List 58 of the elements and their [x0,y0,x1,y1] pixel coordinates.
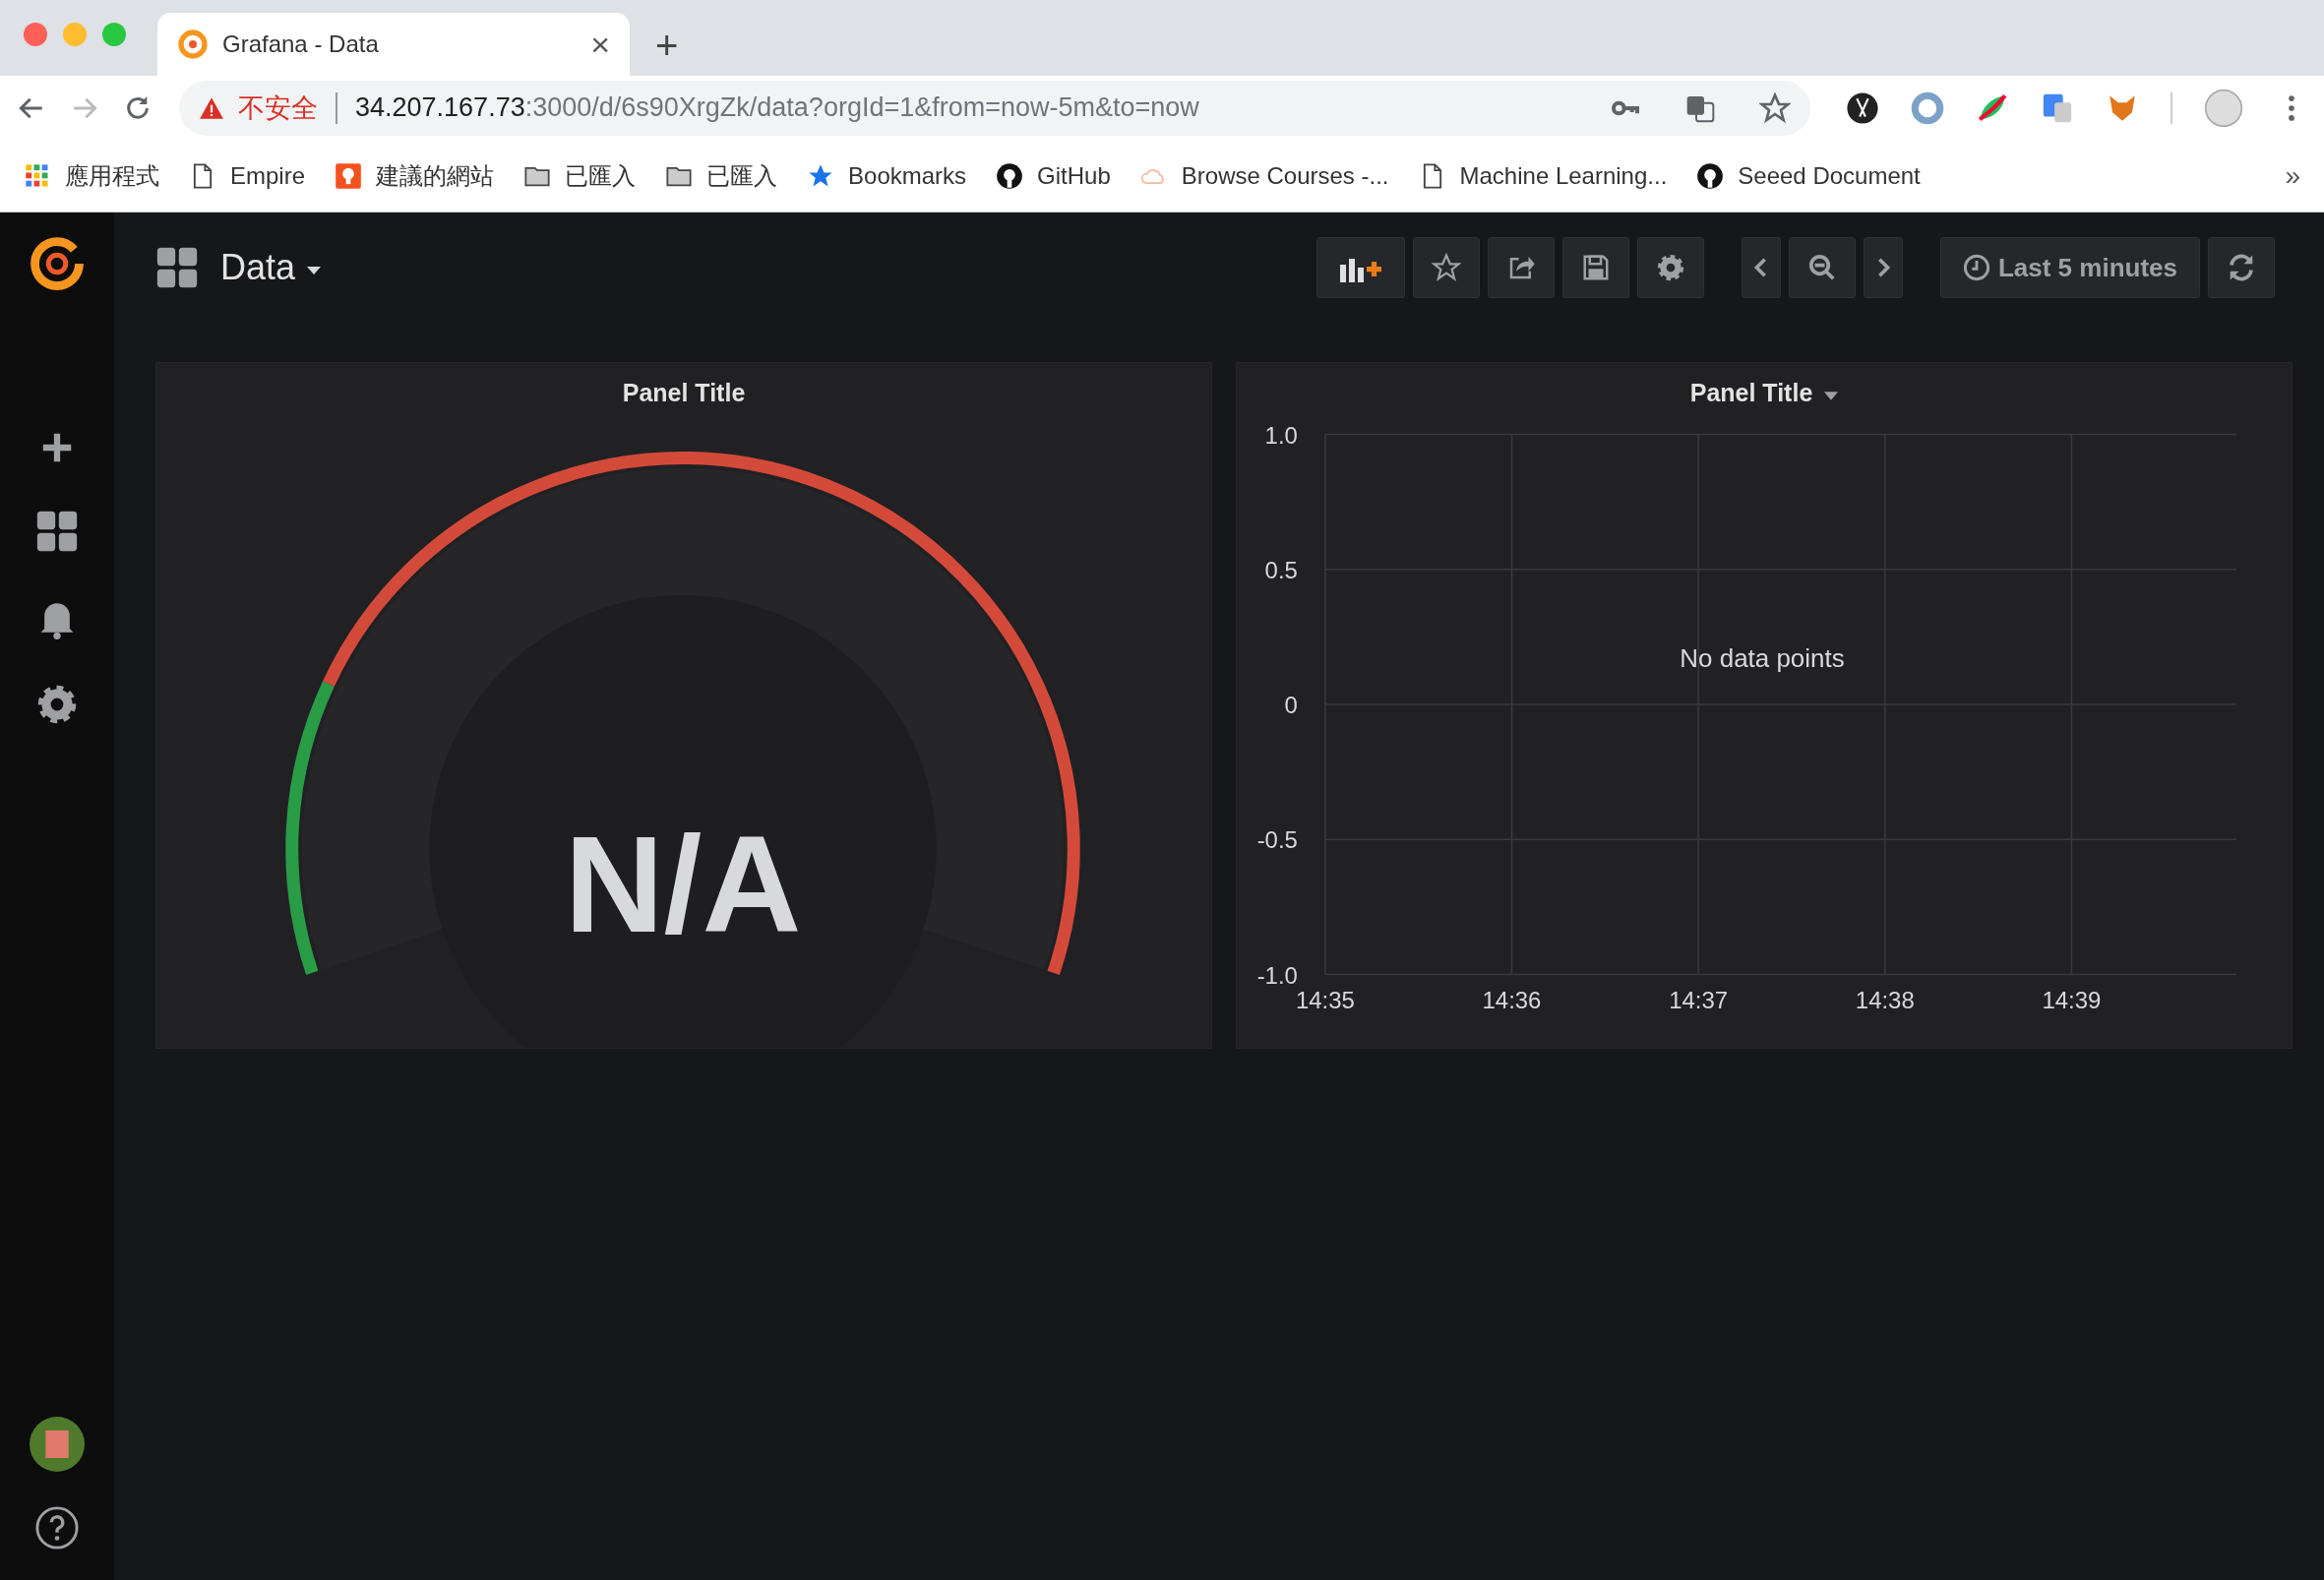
bookmark[interactable]: Seeed Document [1696,161,1921,190]
y-axis-label: -0.5 [1256,826,1298,854]
y-axis-label: -1.0 [1256,961,1298,989]
browser-tab[interactable]: Grafana - Data × [157,13,630,76]
scissors-extension-icon[interactable] [1846,91,1879,125]
settings-icon[interactable] [35,683,79,726]
y-axis-label: 0 [1284,692,1298,719]
zoom-out-icon [1806,253,1837,282]
settings-button[interactable] [1636,237,1704,298]
x-axis-label: 14:35 [1295,987,1355,1014]
bookmark[interactable]: 建議的網站 [335,159,495,192]
refresh-button[interactable] [2208,237,2275,298]
tab-title: Grafana - Data [222,30,380,58]
y-axis-label: 0.5 [1264,556,1298,583]
dashboard-title[interactable]: Data [220,247,322,288]
bookmark[interactable]: Browse Courses -... [1139,161,1389,190]
bookmark[interactable]: 已匯入 [665,159,778,192]
bookmark[interactable]: Empire [189,161,306,190]
zoom-out-button[interactable] [1788,237,1856,298]
share-button[interactable] [1487,237,1555,298]
address-bar[interactable]: 不安全 34.207.167.73:3000/d/6s90XrgZk/data?orgId=1&from=now-5m&to=now [179,80,1810,136]
refresh-icon [2227,253,2256,282]
bookmark[interactable]: Machine Learning... [1418,161,1668,190]
panel-title[interactable]: Panel Title [622,378,746,407]
x-axis-label: 14:39 [2042,987,2102,1014]
gauge-value: N/A [564,807,802,961]
url-text: 34.207.167.73:3000/d/6s90XrgZk/data?orgId=1&from=now-5m&to=now [355,92,1200,123]
bookmark[interactable]: 應用程式 [24,159,159,192]
star-icon [1431,253,1461,282]
ring-extension-icon[interactable] [1911,91,1944,125]
caret-icon[interactable] [1824,391,1839,400]
star-button[interactable] [1412,237,1480,298]
x-axis-label: 14:38 [1855,987,1915,1014]
time-forward-button[interactable] [1863,237,1903,298]
more-bookmarks-button[interactable]: » [2285,159,2300,192]
clock-icon [1962,254,1990,281]
bookmark[interactable]: GitHub [996,161,1111,190]
time-range-picker[interactable]: Last 5 minutes [1939,237,2200,298]
dashboard-grid-icon[interactable] [35,510,79,553]
new-tab-button[interactable]: + [655,24,679,68]
apps-grid-icon [24,161,51,190]
no-data-message: No data points [1680,644,1845,673]
help-icon[interactable] [34,1505,80,1550]
y-axis-label: 1.0 [1264,422,1298,449]
close-tab-button[interactable]: × [590,25,610,64]
panel-title[interactable]: Panel Title [1689,378,1813,407]
x-axis-label: 14:37 [1669,987,1729,1014]
x-axis-label: 14:36 [1482,987,1542,1014]
security-label: 不安全 [238,91,318,125]
user-avatar[interactable] [30,1417,85,1472]
settings-icon [1655,253,1685,282]
bookmark[interactable]: Bookmarks [807,161,967,190]
bookmark[interactable]: 已匯入 [523,159,637,192]
star-icon[interactable] [1759,91,1791,124]
save-button[interactable] [1561,237,1629,298]
time-back-button[interactable] [1741,237,1781,298]
add-panel-button[interactable] [1315,237,1405,298]
dashboard-grid-icon [155,246,199,289]
